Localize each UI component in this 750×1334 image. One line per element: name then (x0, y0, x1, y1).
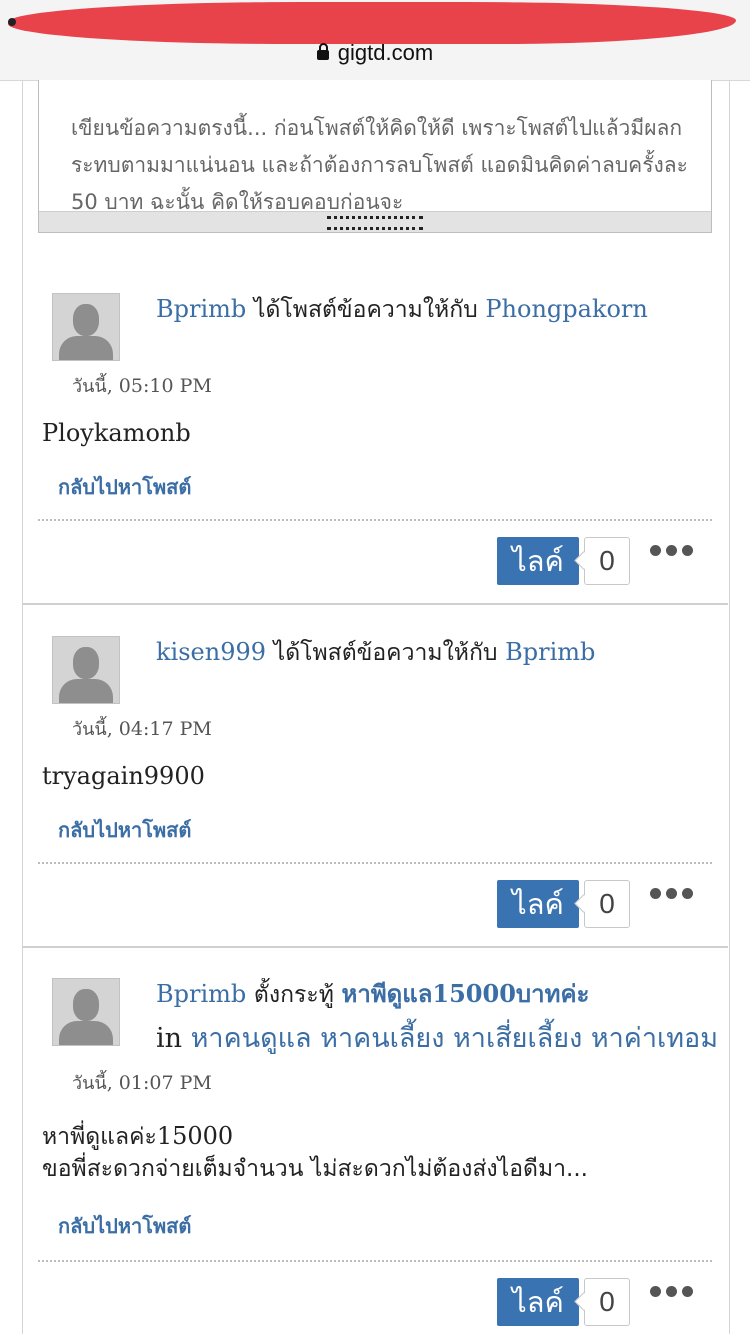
more-options-icon[interactable] (650, 1286, 694, 1300)
in-label: in (156, 1023, 183, 1054)
like-count: 0 (584, 537, 630, 585)
author-link[interactable]: Bprimb (156, 295, 246, 323)
back-to-post-link[interactable]: กลับไปหาโพสต์ (58, 814, 191, 846)
like-button[interactable]: ไลค์ (497, 537, 579, 585)
topic-link[interactable]: หาพีดูแล15000บาทค่ะ (342, 979, 590, 1008)
divider (38, 862, 712, 864)
post-headline: Bprimb ตั้งกระทู้ หาพีดูแล15000บาทค่ะ (156, 978, 589, 1011)
status-dot (8, 18, 16, 26)
action-text: ได้โพสต์ข้อความให้กับ (273, 640, 498, 666)
activity-post: Bprimb ตั้งกระทู้ หาพีดูแล15000บาทค่ะ in… (22, 978, 728, 1334)
post-headline: Bprimb ได้โพสต์ข้อความให้กับ Phongpakorn (156, 293, 648, 326)
avatar[interactable] (52, 978, 120, 1046)
post-headline: kisen999 ได้โพสต์ข้อความให้กับ Bprimb (156, 636, 595, 669)
redaction-mark (8, 2, 736, 44)
post-separator (22, 946, 728, 948)
back-to-post-link[interactable]: กลับไปหาโพสต์ (58, 1210, 191, 1242)
action-text: ได้โพสต์ข้อความให้กับ (253, 297, 478, 323)
like-button[interactable]: ไลค์ (497, 880, 579, 928)
post-composer[interactable]: เขียนข้อความตรงนี้... ก่อนโพสต์ให้คิดให้… (38, 80, 712, 233)
avatar[interactable] (52, 293, 120, 361)
author-link[interactable]: kisen999 (156, 638, 266, 666)
action-text: ตั้งกระทู้ (253, 982, 334, 1008)
composer-placeholder[interactable]: เขียนข้อความตรงนี้... ก่อนโพสต์ให้คิดให้… (71, 110, 691, 220)
lock-icon (316, 43, 329, 60)
body-amount: 15000 (156, 1122, 234, 1150)
post-body: tryagain9900 (42, 762, 205, 790)
target-user-link[interactable]: Bprimb (505, 638, 595, 666)
divider (38, 1260, 712, 1262)
url-text: gigtd.com (337, 40, 434, 65)
resize-handle[interactable] (39, 211, 711, 232)
like-count: 0 (584, 880, 630, 928)
post-body: Ploykamonb (42, 419, 191, 447)
back-to-post-link[interactable]: กลับไปหาโพสต์ (58, 471, 191, 503)
post-separator (22, 603, 728, 605)
post-time: วันนี้, 04:17 PM (72, 718, 212, 740)
body-line-1: หาพี่ดูแลค่ะ (42, 1124, 157, 1150)
more-options-icon[interactable] (650, 545, 694, 559)
avatar[interactable] (52, 636, 120, 704)
activity-post: Bprimb ได้โพสต์ข้อความให้กับ Phongpakorn… (22, 293, 728, 605)
browser-address-bar[interactable]: gigtd.com (0, 0, 750, 81)
url-display[interactable]: gigtd.com (0, 40, 750, 66)
post-time: วันนี้, 05:10 PM (72, 375, 212, 397)
category-links[interactable]: หาคนดูแล หาคนเลี้ยง หาเสี่ยเลี้ยง หาค่าเ… (191, 1023, 718, 1054)
like-button[interactable]: ไลค์ (497, 1278, 579, 1326)
more-options-icon[interactable] (650, 888, 694, 902)
post-body: หาพี่ดูแลค่ะ15000 ขอพี่สะดวกจ่ายเต็มจำนว… (42, 1120, 588, 1185)
body-line-2: ขอพี่สะดวกจ่ายเต็มจำนวน ไม่สะดวกไม่ต้องส… (42, 1156, 588, 1182)
divider (38, 519, 712, 521)
grip-icon[interactable] (327, 216, 423, 230)
activity-post: kisen999 ได้โพสต์ข้อความให้กับ Bprimb วั… (22, 636, 728, 948)
author-link[interactable]: Bprimb (156, 980, 246, 1008)
category-line: in หาคนดูแล หาคนเลี้ยง หาเสี่ยเลี้ยง หาค… (156, 1022, 718, 1056)
target-user-link[interactable]: Phongpakorn (485, 295, 647, 323)
post-time: วันนี้, 01:07 PM (72, 1072, 212, 1094)
like-count: 0 (584, 1278, 630, 1326)
